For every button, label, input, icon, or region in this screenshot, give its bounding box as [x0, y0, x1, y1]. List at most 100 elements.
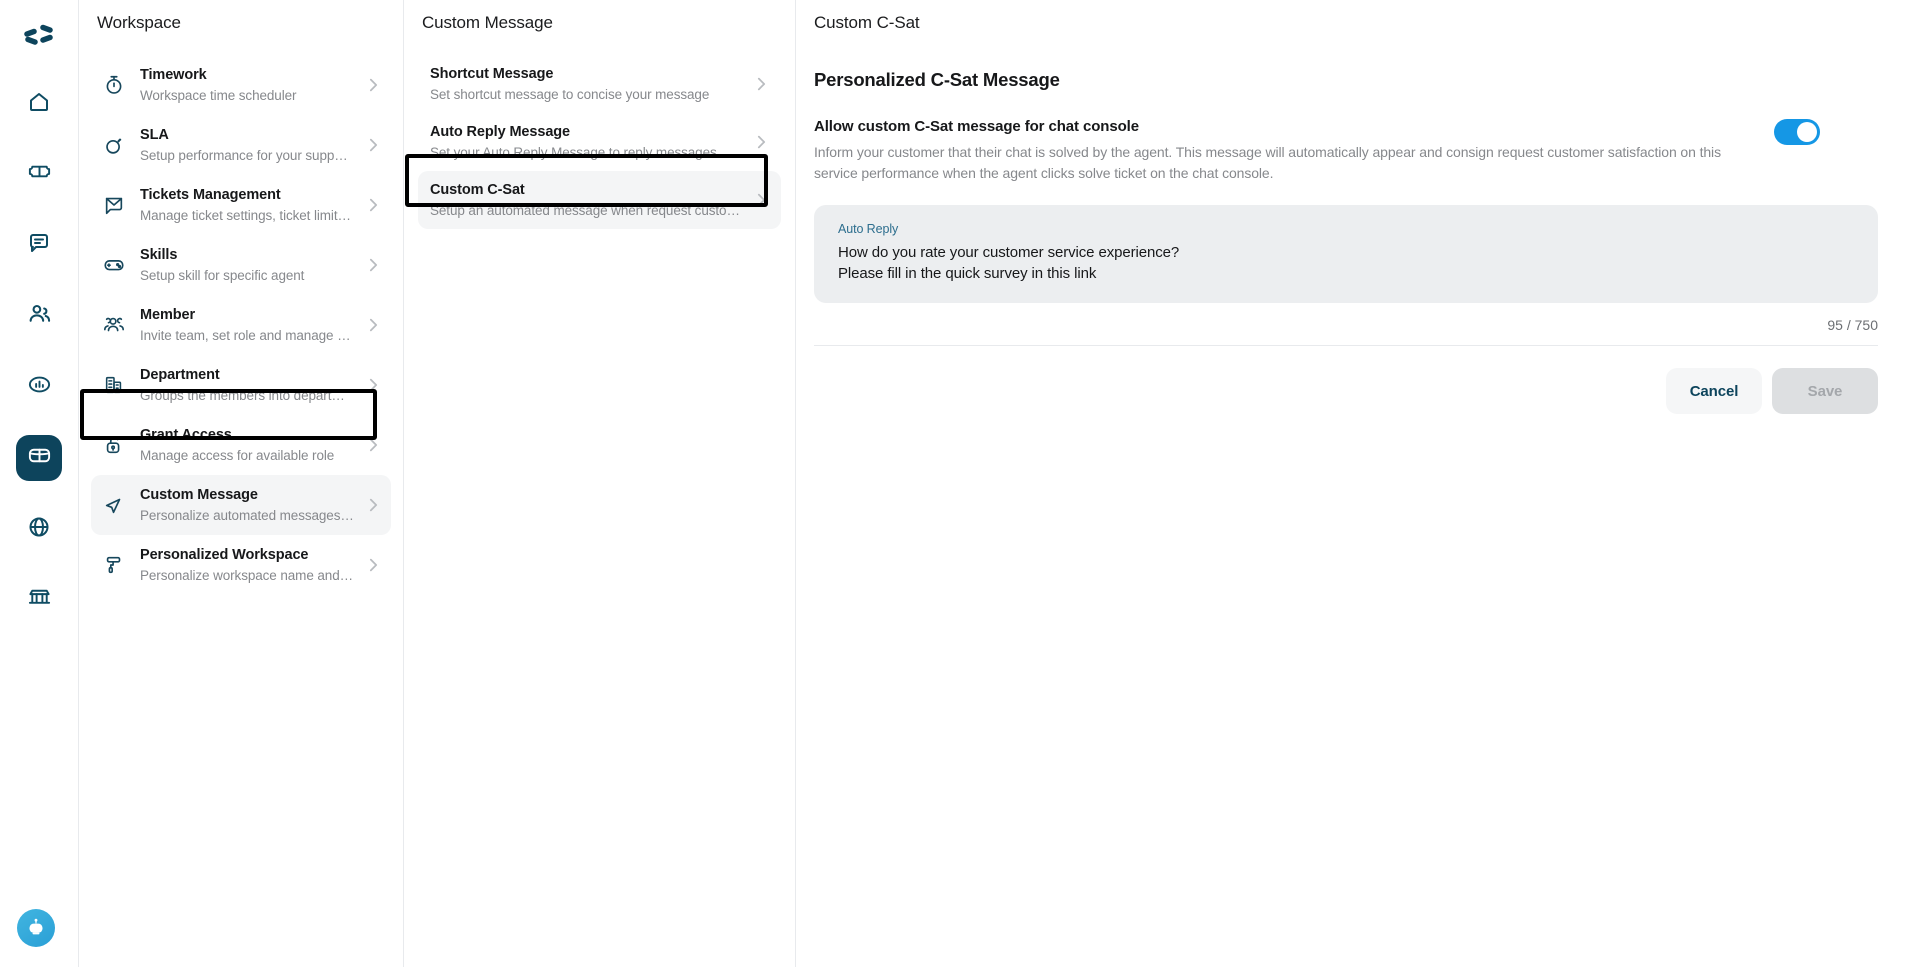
workspace-item-name: Tickets Management [140, 186, 281, 203]
nav-marketplace[interactable] [16, 577, 62, 623]
workspace-list: Timework Workspace time scheduler SLA Se… [79, 55, 403, 595]
workspace-item-name: Custom Message [140, 486, 258, 503]
workspace-item-desc: Invite team, set role and manage you… [140, 327, 354, 343]
custom-message-item-desc: Set your Auto Reply Message to reply mes… [430, 144, 740, 160]
chevron-right-icon [367, 497, 381, 513]
chevron-right-icon [367, 77, 381, 93]
allow-custom-csat-label: Allow custom C-Sat message for chat cons… [814, 118, 1139, 135]
unlock-icon [101, 434, 127, 456]
workspace-item-department[interactable]: Department Groups the members into depar… [91, 355, 391, 415]
chevron-right-icon [755, 76, 769, 92]
nav-tickets[interactable] [16, 151, 62, 197]
workspace-item-desc: Setup performance for your support t… [140, 147, 354, 163]
analytics-icon [27, 372, 52, 402]
chevron-right-icon [367, 437, 381, 453]
allow-custom-csat-row: Allow custom C-Sat message for chat cons… [814, 117, 1878, 183]
ticket-icon [27, 159, 52, 189]
workspace-panel: Workspace Timework Workspace time schedu… [79, 0, 404, 967]
chevron-right-icon [367, 137, 381, 153]
workspace-item-name: Member [140, 306, 195, 323]
custom-message-item-custom-c-sat[interactable]: Custom C-Sat Setup an automated message … [418, 171, 781, 229]
contacts-icon [27, 301, 52, 331]
detail-panel-title: Custom C-Sat [814, 13, 920, 32]
custom-message-item-shortcut-message[interactable]: Shortcut Message Set shortcut message to… [418, 55, 781, 113]
workspace-icon [27, 443, 52, 473]
auto-reply-tag: Auto Reply [838, 222, 899, 236]
chevron-right-icon [367, 557, 381, 573]
custom-message-item-desc: Set shortcut message to concise your mes… [430, 86, 710, 102]
workspace-item-name: Skills [140, 246, 178, 263]
ticket-envelope-icon [101, 194, 127, 216]
workspace-item-grant-access[interactable]: Grant Access Manage access for available… [91, 415, 391, 475]
sla-target-icon [101, 134, 127, 156]
workspace-item-name: Grant Access [140, 426, 232, 443]
chat-bubble-icon [27, 231, 51, 260]
building-icon [101, 374, 127, 396]
people-group-icon [101, 314, 127, 336]
chevron-right-icon [367, 197, 381, 213]
workspace-item-skills[interactable]: Skills Setup skill for specific agent [91, 235, 391, 295]
stopwatch-icon [101, 74, 127, 96]
workspace-panel-title: Workspace [97, 13, 181, 32]
nav-workspace[interactable] [16, 435, 62, 481]
csat-message-editor[interactable]: Auto Reply How do you rate your customer… [814, 205, 1878, 303]
workspace-item-personalized-workspace[interactable]: Personalized Workspace Personalize works… [91, 535, 391, 595]
allow-custom-csat-description: Inform your customer that their chat is … [814, 144, 1721, 181]
toggle-knob [1797, 122, 1817, 142]
workspace-item-member[interactable]: Member Invite team, set role and manage … [91, 295, 391, 355]
cancel-button[interactable]: Cancel [1666, 368, 1762, 414]
nav-contacts[interactable] [16, 293, 62, 339]
workspace-item-sla[interactable]: SLA Setup performance for your support t… [91, 115, 391, 175]
allow-custom-csat-text: Allow custom C-Sat message for chat cons… [814, 117, 1774, 183]
chevron-right-icon [367, 377, 381, 393]
workspace-item-custom-message[interactable]: Custom Message Personalize automated mes… [91, 475, 391, 535]
detail-action-row: Cancel Save [814, 368, 1878, 414]
detail-heading: Personalized C-Sat Message [814, 69, 1060, 90]
workspace-item-timework[interactable]: Timework Workspace time scheduler [91, 55, 391, 115]
nav-channels[interactable] [16, 506, 62, 552]
workspace-item-desc: Groups the members into department [140, 387, 354, 403]
csat-message-line-1: How do you rate your customer service ex… [838, 244, 1180, 261]
chevron-right-icon [367, 317, 381, 333]
custom-message-panel: Custom Message Shortcut Message Set shor… [404, 0, 796, 967]
workspace-item-name: Personalized Workspace [140, 546, 309, 563]
detail-body: Personalized C-Sat Message Allow custom … [796, 69, 1918, 414]
custom-message-item-name: Custom C-Sat [430, 181, 525, 198]
workspace-item-desc: Manage access for available role [140, 447, 335, 463]
workspace-item-desc: Personalize automated messages ins… [140, 507, 354, 523]
nav-home[interactable] [16, 80, 62, 126]
custom-message-item-name: Shortcut Message [430, 65, 554, 82]
gamepad-icon [101, 254, 127, 276]
workspace-item-name: Department [140, 366, 220, 383]
workspace-item-desc: Setup skill for specific agent [140, 267, 305, 283]
brand-logo-icon[interactable] [17, 14, 61, 58]
globe-icon [27, 515, 51, 544]
chatbot-avatar-icon[interactable] [17, 909, 55, 947]
chevron-right-icon [755, 192, 769, 208]
app-root: Workspace Timework Workspace time schedu… [0, 0, 1918, 967]
custom-message-list: Shortcut Message Set shortcut message to… [404, 55, 795, 229]
home-icon [27, 89, 51, 118]
marketplace-icon [27, 585, 52, 615]
custom-message-item-name: Auto Reply Message [430, 123, 571, 140]
custom-message-item-auto-reply-message[interactable]: Auto Reply Message Set your Auto Reply M… [418, 113, 781, 171]
save-button[interactable]: Save [1772, 368, 1878, 414]
workspace-item-desc: Manage ticket settings, ticket limitati… [140, 207, 354, 223]
custom-message-item-desc: Setup an automated message when request … [430, 202, 740, 218]
allow-custom-csat-toggle[interactable] [1774, 119, 1820, 145]
primary-nav-rail [0, 0, 79, 967]
workspace-item-desc: Workspace time scheduler [140, 87, 297, 103]
detail-divider [814, 345, 1878, 346]
nav-analytics[interactable] [16, 364, 62, 410]
csat-message-line-2: Please fill in the quick survey in this … [838, 265, 1097, 282]
workspace-item-name: Timework [140, 66, 207, 83]
workspace-item-tickets-management[interactable]: Tickets Management Manage ticket setting… [91, 175, 391, 235]
chevron-right-icon [367, 257, 381, 273]
character-counter: 95 / 750 [1827, 317, 1878, 333]
workspace-item-name: SLA [140, 126, 169, 143]
detail-panel: Custom C-Sat Personalized C-Sat Message … [796, 0, 1918, 967]
send-cursor-icon [101, 494, 127, 516]
paint-roller-icon [101, 554, 127, 576]
custom-message-panel-title: Custom Message [422, 13, 553, 32]
nav-chat[interactable] [16, 222, 62, 268]
